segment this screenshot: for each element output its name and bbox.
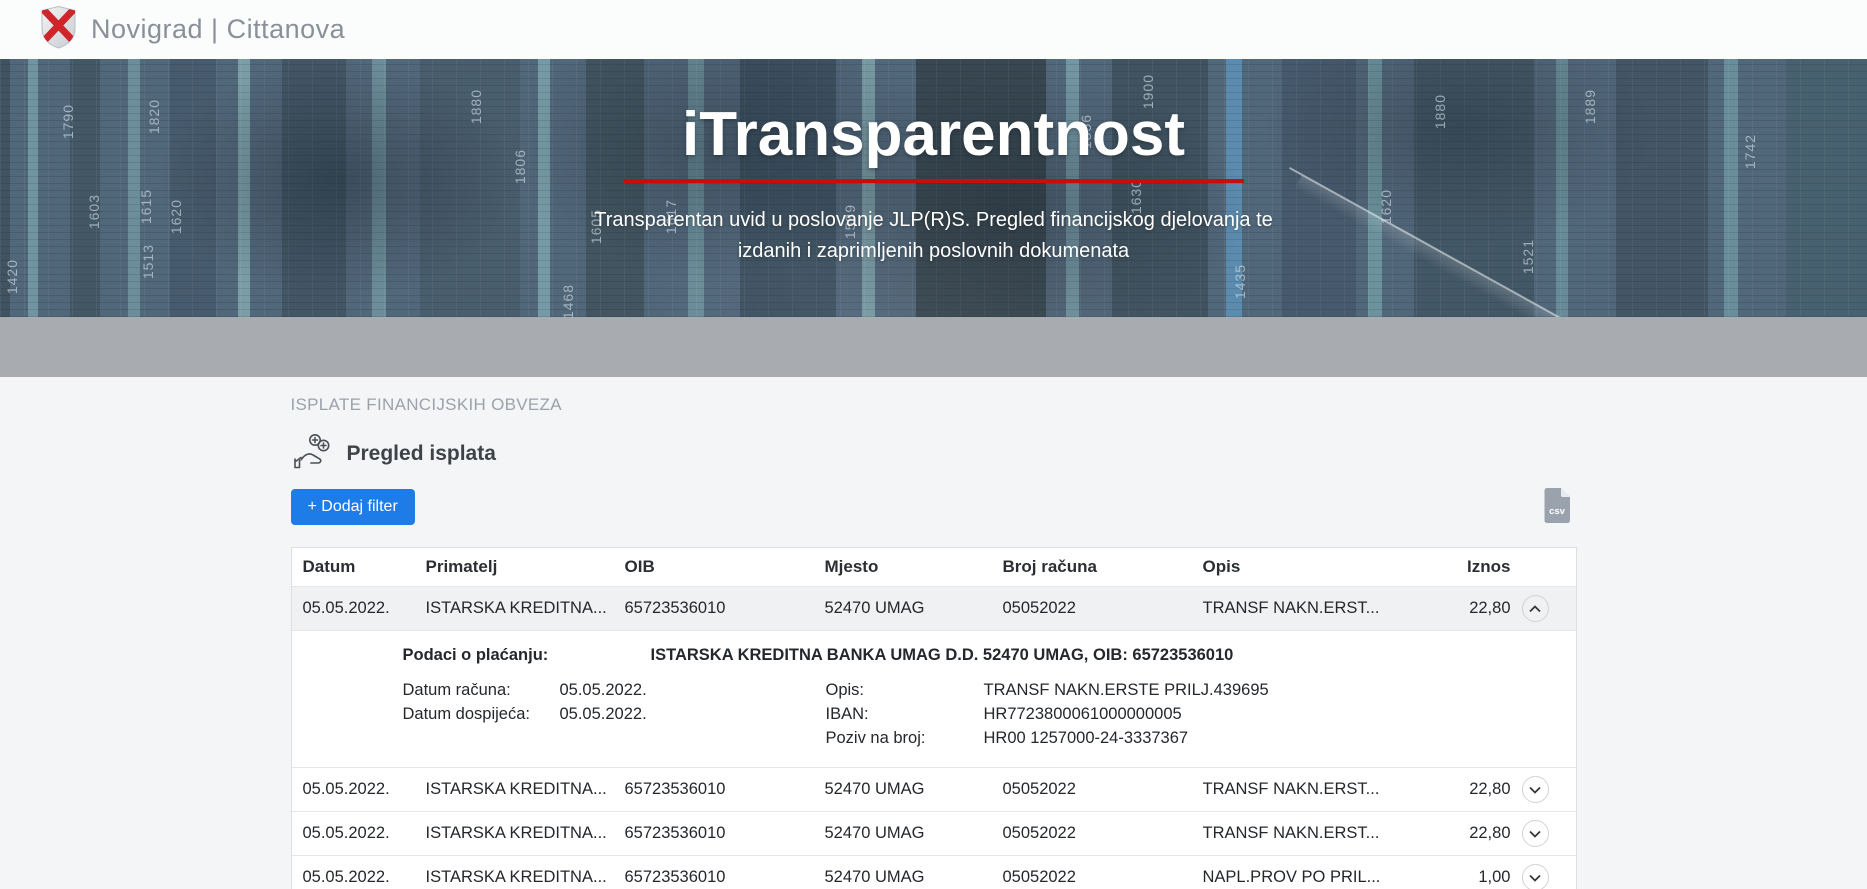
cell-primatelj: ISTARSKA KREDITNA...: [425, 599, 607, 617]
table-row[interactable]: 05.05.2022. ISTARSKA KREDITNA... 6572353…: [291, 587, 1576, 631]
detail-label: IBAN:: [825, 705, 869, 723]
cell-iznos: 22,80: [1469, 824, 1511, 842]
details-payee-full: ISTARSKA KREDITNA BANKA UMAG D.D. 52470 …: [650, 646, 1234, 664]
cell-primatelj: ISTARSKA KREDITNA...: [425, 780, 607, 798]
cell-broj-racuna: 05052022: [1002, 780, 1076, 798]
cell-mjesto: 52470 UMAG: [824, 780, 925, 798]
ticker-number: 1620: [168, 199, 184, 235]
cell-opis: TRANSF NAKN.ERST...: [1202, 780, 1380, 798]
col-header-primatelj: Primatelj: [425, 557, 498, 576]
cell-oib: 65723536010: [624, 780, 726, 798]
table-row[interactable]: 05.05.2022. ISTARSKA KREDITNA... 6572353…: [292, 856, 1576, 889]
ticker-number: 1468: [560, 284, 576, 317]
col-header-mjesto: Mjesto: [824, 557, 879, 576]
cell-iznos: 1,00: [1478, 868, 1511, 886]
ticker-number: 1889: [1582, 89, 1598, 125]
add-filter-button[interactable]: + Dodaj filter: [290, 489, 415, 525]
cell-broj-racuna: 05052022: [1002, 824, 1076, 842]
ticker-number: 1820: [146, 99, 162, 135]
cell-mjesto: 52470 UMAG: [824, 824, 925, 842]
cell-datum: 05.05.2022.: [302, 780, 390, 798]
col-header-iznos: Iznos: [1467, 557, 1511, 576]
cell-opis: TRANSF NAKN.ERST...: [1202, 599, 1380, 617]
detail-value: TRANSF NAKN.ERSTE PRILJ.439695: [983, 681, 1269, 699]
header-brand[interactable]: Novigrad | Cittanova: [40, 5, 345, 54]
site-header: Novigrad | Cittanova: [0, 0, 1867, 59]
ticker-number: 1603: [86, 194, 102, 230]
cell-mjesto: 52470 UMAG: [824, 599, 925, 617]
breadcrumb-section-label: ISPLATE FINANCIJSKIH OBVEZA: [290, 395, 562, 414]
detail-value: HR00 1257000-24-3337367: [983, 729, 1189, 747]
cell-broj-racuna: 05052022: [1002, 599, 1076, 617]
hero-banner: 1790 1820 1615 1603 1620 1513 1420 1880 1806 1605…: [0, 59, 1867, 317]
csv-file-icon: csv: [1544, 488, 1570, 523]
cell-iznos: 22,80: [1469, 780, 1511, 798]
cell-datum: 05.05.2022.: [302, 824, 390, 842]
cell-broj-racuna: 05052022: [1002, 868, 1076, 886]
expand-row-button[interactable]: [1521, 776, 1549, 803]
cell-iznos: 22,80: [1469, 599, 1511, 617]
payments-table: Datum Primatelj OIB Mjesto Broj računa O…: [290, 547, 1577, 889]
divider-band: [0, 317, 1867, 377]
cell-opis: NAPL.PROV PO PRIL...: [1202, 868, 1381, 886]
col-header-opis: Opis: [1202, 557, 1241, 576]
detail-value: 05.05.2022.: [559, 681, 647, 699]
detail-value: 05.05.2022.: [559, 705, 647, 723]
ticker-number: 1615: [138, 189, 154, 225]
hero-red-underline: [623, 179, 1244, 183]
cell-mjesto: 52470 UMAG: [824, 868, 925, 886]
collapse-row-button[interactable]: [1521, 595, 1549, 622]
cell-primatelj: ISTARSKA KREDITNA...: [425, 868, 607, 886]
cell-primatelj: ISTARSKA KREDITNA...: [425, 824, 607, 842]
detail-label: Poziv na broj:: [825, 729, 926, 747]
expand-row-button[interactable]: [1521, 820, 1549, 847]
page-title: Pregled isplata: [346, 441, 496, 465]
payment-details-panel: Podaci o plaćanju: ISTARSKA KREDITNA BAN…: [291, 631, 1576, 768]
ticker-number: 1790: [60, 104, 76, 140]
table-row[interactable]: 05.05.2022. ISTARSKA KREDITNA... 6572353…: [291, 812, 1576, 856]
detail-label: Datum dospijeća:: [402, 705, 530, 723]
ticker-number: 1513: [140, 244, 156, 280]
cell-oib: 65723536010: [624, 868, 726, 886]
payments-hand-coins-icon: [291, 433, 333, 474]
city-coat-of-arms-icon: [40, 5, 77, 54]
col-header-oib: OIB: [624, 557, 655, 576]
detail-value: HR7723800061000000005: [983, 705, 1182, 723]
svg-text:csv: csv: [1549, 506, 1566, 517]
hero-title: iTransparentnost: [682, 100, 1185, 169]
chevron-down-icon: [1529, 874, 1541, 882]
table-row[interactable]: 05.05.2022. ISTARSKA KREDITNA... 6572353…: [291, 768, 1576, 812]
detail-label: Opis:: [825, 681, 865, 699]
cell-datum: 05.05.2022.: [302, 868, 390, 886]
cell-oib: 65723536010: [624, 599, 726, 617]
col-header-datum: Datum: [302, 557, 356, 576]
detail-label: Datum računa:: [402, 681, 511, 699]
ticker-number: 1420: [4, 259, 20, 295]
chevron-down-icon: [1529, 786, 1541, 794]
ticker-number: 1435: [1232, 264, 1248, 300]
expand-row-button[interactable]: [1521, 864, 1549, 889]
ticker-number: 1742: [1742, 134, 1758, 170]
hero-subtitle: Transparentan uvid u poslovanje JLP(R)S.…: [594, 209, 1273, 262]
cell-opis: TRANSF NAKN.ERST...: [1202, 824, 1380, 842]
details-title-label: Podaci o plaćanju:: [402, 646, 549, 664]
brand-name: Novigrad | Cittanova: [91, 14, 346, 44]
cell-datum: 05.05.2022.: [302, 599, 390, 617]
table-header: Datum Primatelj OIB Mjesto Broj računa O…: [291, 548, 1576, 587]
chevron-down-icon: [1529, 830, 1541, 838]
col-header-broj-racuna: Broj računa: [1002, 557, 1097, 576]
export-csv-button[interactable]: csv: [1544, 488, 1571, 526]
chevron-up-icon: [1529, 604, 1541, 612]
cell-oib: 65723536010: [624, 824, 726, 842]
